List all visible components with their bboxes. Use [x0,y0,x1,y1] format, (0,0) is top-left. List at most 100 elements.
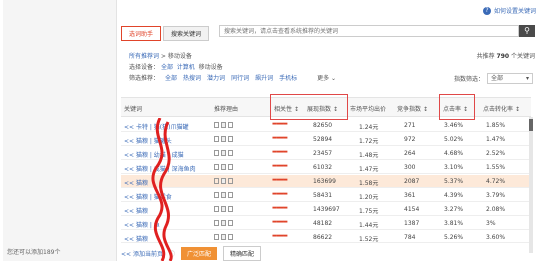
reason-icons [214,136,233,142]
ctr: 3.81% [444,220,464,227]
total-prefix: 共推荐 [476,53,495,60]
add-keyword-link[interactable]: << 猫粮 | 猫零食 [124,192,172,201]
phone-icon [221,164,226,170]
add-current-page-link[interactable]: << 添加当前页 [121,249,163,258]
col-reason: 推荐理由 [214,106,239,113]
reason-icons [214,220,233,226]
ctr: 3.10% [444,164,464,171]
search-icon[interactable]: ⚲ [519,25,535,37]
add-keyword-link[interactable]: << 猫粮 [124,178,148,187]
phone-icon [221,150,226,156]
impressions: 163699 [313,178,336,185]
exact-match-button[interactable]: 精确匹配 [223,246,262,261]
device-all[interactable]: 全部 [161,64,173,71]
add-keyword-link[interactable]: << 猫粮 [124,234,148,243]
ctr: 5.37% [444,178,464,185]
highlight-box [439,94,475,120]
col-avg-bid[interactable]: 市场平均出价 [350,104,386,113]
doc-icon [214,220,219,226]
competition: 300 [404,164,416,171]
ctr: 4.68% [444,150,464,157]
filter-more[interactable]: 更多 ⌄ [317,73,336,82]
breadcrumb-all[interactable]: 所有推荐词 [129,53,159,60]
col-keyword: 关键词 [124,106,143,113]
avg-bid: 1.48元 [359,152,379,159]
avg-bid: 1.52元 [359,236,379,243]
doc-icon [214,192,219,198]
search-input[interactable] [219,25,519,37]
breadcrumb: 所有推荐词 > 移动设备 [129,51,192,60]
add-keyword-link[interactable]: << 卡特 | 猫(猫)爪猫罐 [124,122,188,131]
add-keyword-link[interactable]: << 猫粮 | 成猫 | 深海鱼肉 [124,164,196,173]
left-panel: 您还可以添加189个 [3,0,117,261]
tab-search-keyword[interactable]: 搜索关键词 [163,26,210,41]
avg-bid: 1.47元 [359,166,379,173]
col-cvr[interactable]: 点击转化率 ↕ [483,104,520,113]
chevron-down-icon: ▾ [525,75,529,82]
competition: 271 [404,122,416,129]
table-row: << 猫粮 ▬▬▬▬ 1439697 1.75元 4154 3.27% 2.08… [121,203,531,216]
keyword-panel: 选词助手 搜索关键词 ⚲ 所有推荐词 > 移动设备 共推荐 790 个关键词 选… [121,22,537,261]
tab-word-assistant[interactable]: 选词助手 [121,26,162,41]
impressions: 48182 [313,220,333,227]
help-link[interactable]: ? 如何设置关键词 [482,6,536,15]
table-scrollbar[interactable] [529,117,533,253]
competition: 972 [404,136,416,143]
filter-rising[interactable]: 飙升词 [255,73,273,82]
filter-all[interactable]: 全部 [165,73,177,82]
cvr: 4.72% [486,178,506,185]
relevance-bar: ▬▬▬▬ [272,149,288,155]
pc-icon [228,164,233,170]
scrollbar-thumb[interactable] [529,119,533,131]
table-row: << 猫粮 | 猫零食 ▬▬▬▬ 58431 1.20元 361 4.39% 3… [121,189,531,202]
device-mobile[interactable]: 移动设备 [199,64,223,71]
reason-icons [214,150,233,156]
sort-arrow-icon: ↕ [422,106,428,113]
phone-icon [221,178,226,184]
ctr: 5.26% [444,234,464,241]
avg-bid: 1.24元 [359,124,379,131]
impressions: 61032 [313,164,333,171]
pc-icon [228,220,233,226]
impressions: 52894 [313,136,333,143]
broad-match-button[interactable]: 广泛匹配 [180,247,217,260]
impressions: 23457 [313,150,333,157]
relevance-bar: ▬▬▬▬ [272,177,288,183]
filter-peer[interactable]: 同行词 [231,73,249,82]
index-filter-label: 指数筛选： [453,76,484,83]
competition: 361 [404,192,416,199]
phone-icon [221,234,226,240]
relevance-bar: ▬▬▬▬ [272,233,288,239]
add-keyword-link[interactable]: << 猫粮 | 幼猫 | 成猫 [124,150,184,159]
doc-icon [214,234,219,240]
left-hint: 您还可以添加189个 [7,249,61,256]
doc-icon [214,164,219,170]
help-label: 如何设置关键词 [493,8,536,15]
pc-icon [228,192,233,198]
cvr: 1.85% [486,122,506,129]
phone-icon [221,192,226,198]
add-keyword-link[interactable]: << 猫粮 [124,206,148,215]
phone-icon [221,220,226,226]
question-circle-icon: ? [482,6,491,15]
impressions: 86622 [313,234,333,241]
doc-icon [214,136,219,142]
col-competition[interactable]: 竞争指数 ↕ [397,104,428,113]
index-filter-select[interactable]: 全部 ▾ [487,73,533,84]
filter-mobile[interactable]: 手机标 [279,73,297,82]
ctr: 3.46% [444,122,464,129]
device-pc[interactable]: 计算机 [177,64,195,71]
pc-icon [228,178,233,184]
table-row: << 卡特 | 猫(猫)爪猫罐 ▬▬▬▬ 82650 1.24元 271 3.4… [121,119,531,132]
avg-bid: 1.20元 [359,194,379,201]
filter-hot[interactable]: 热搜词 [183,73,201,82]
add-keyword-link[interactable]: << 猫粮 | 鱼 [124,220,160,229]
col-competition-label: 竞争指数 [397,106,422,113]
competition: 2087 [404,178,420,185]
filter-potential[interactable]: 潜力词 [207,73,225,82]
add-keyword-link[interactable]: << 猫粮 | 猫罐头 [124,136,172,145]
impressions: 58431 [313,192,333,199]
reason-icons [214,164,233,170]
cvr: 3.60% [486,234,506,241]
doc-icon [214,178,219,184]
